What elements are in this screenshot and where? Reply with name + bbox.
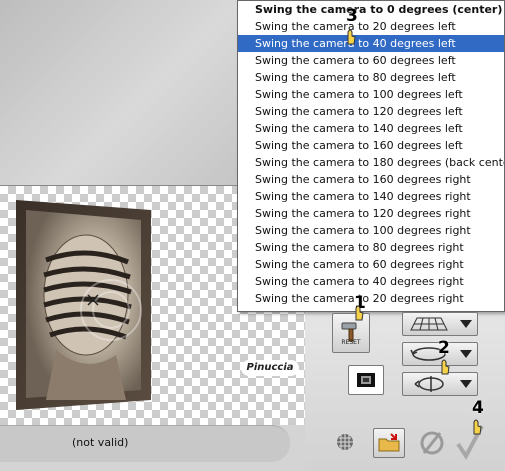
dropdown-option[interactable]: Swing the camera to 60 degrees right — [238, 256, 504, 273]
dropdown-option[interactable]: Swing the camera to 20 degrees left — [238, 18, 504, 35]
dropdown-option[interactable]: Swing the camera to 160 degrees left — [238, 137, 504, 154]
callout-number-2: 2 — [438, 338, 450, 358]
dropdown-option[interactable]: Swing the camera to 80 degrees right — [238, 239, 504, 256]
globe-icon — [337, 434, 353, 450]
pointing-hand-icon — [441, 359, 450, 375]
preview-image — [16, 200, 151, 410]
open-folder-button[interactable] — [373, 428, 405, 458]
grid-plane-button[interactable] — [402, 312, 478, 336]
chevron-down-icon — [459, 320, 472, 328]
grid-plane-icon — [409, 317, 448, 331]
dropdown-option[interactable]: Swing the camera to 20 degrees right — [238, 290, 504, 307]
dropdown-option[interactable]: Swing the camera to 80 degrees left — [238, 69, 504, 86]
reset-button[interactable]: RESET — [332, 313, 370, 353]
camera-swing-dropdown[interactable]: Swing the camera to 0 degrees (center) S… — [237, 0, 505, 312]
pointing-hand-icon — [355, 305, 364, 321]
dropdown-option[interactable]: Swing the camera to 100 degrees left — [238, 86, 504, 103]
cancel-icon — [420, 431, 444, 455]
dropdown-option[interactable]: Swing the camera to 140 degrees left — [238, 120, 504, 137]
reset-label: RESET — [341, 339, 361, 346]
dropdown-option[interactable]: Swing the camera to 160 degrees right — [238, 171, 504, 188]
cancel-button[interactable] — [418, 428, 446, 458]
dropdown-option[interactable]: Swing the camera to 60 degrees left — [238, 52, 504, 69]
dropdown-option[interactable]: Swing the camera to 40 degrees right — [238, 273, 504, 290]
dropdown-option[interactable]: Swing the camera to 140 degrees right — [238, 188, 504, 205]
dropdown-option[interactable]: Swing the camera to 0 degrees (center) — [238, 1, 504, 18]
dropdown-option[interactable]: Swing the camera to 100 degrees right — [238, 222, 504, 239]
dropdown-option[interactable]: Swing the camera to 180 degrees (back ce… — [238, 154, 504, 171]
callout-number-4: 4 — [472, 398, 484, 418]
dropdown-option[interactable]: Swing the camera to 120 degrees left — [238, 103, 504, 120]
status-text: (not valid) — [72, 436, 129, 449]
dropdown-option-selected[interactable]: Swing the camera to 40 degrees left — [238, 35, 504, 52]
pointing-hand-icon — [473, 419, 482, 435]
chevron-down-icon — [459, 350, 472, 358]
watermark: Pinuccia — [241, 360, 299, 376]
globe-button[interactable] — [335, 432, 355, 452]
dropdown-option[interactable]: Swing the camera to 120 degrees right — [238, 205, 504, 222]
status-bar: (not valid) — [0, 425, 290, 462]
chevron-down-icon — [459, 380, 472, 388]
folder-icon — [378, 433, 400, 452]
frame-icon — [357, 373, 375, 387]
callout-number-3: 3 — [346, 6, 358, 26]
camera-rotate-icon — [414, 376, 444, 392]
pointing-hand-icon — [347, 29, 356, 45]
frame-button[interactable] — [348, 365, 384, 395]
